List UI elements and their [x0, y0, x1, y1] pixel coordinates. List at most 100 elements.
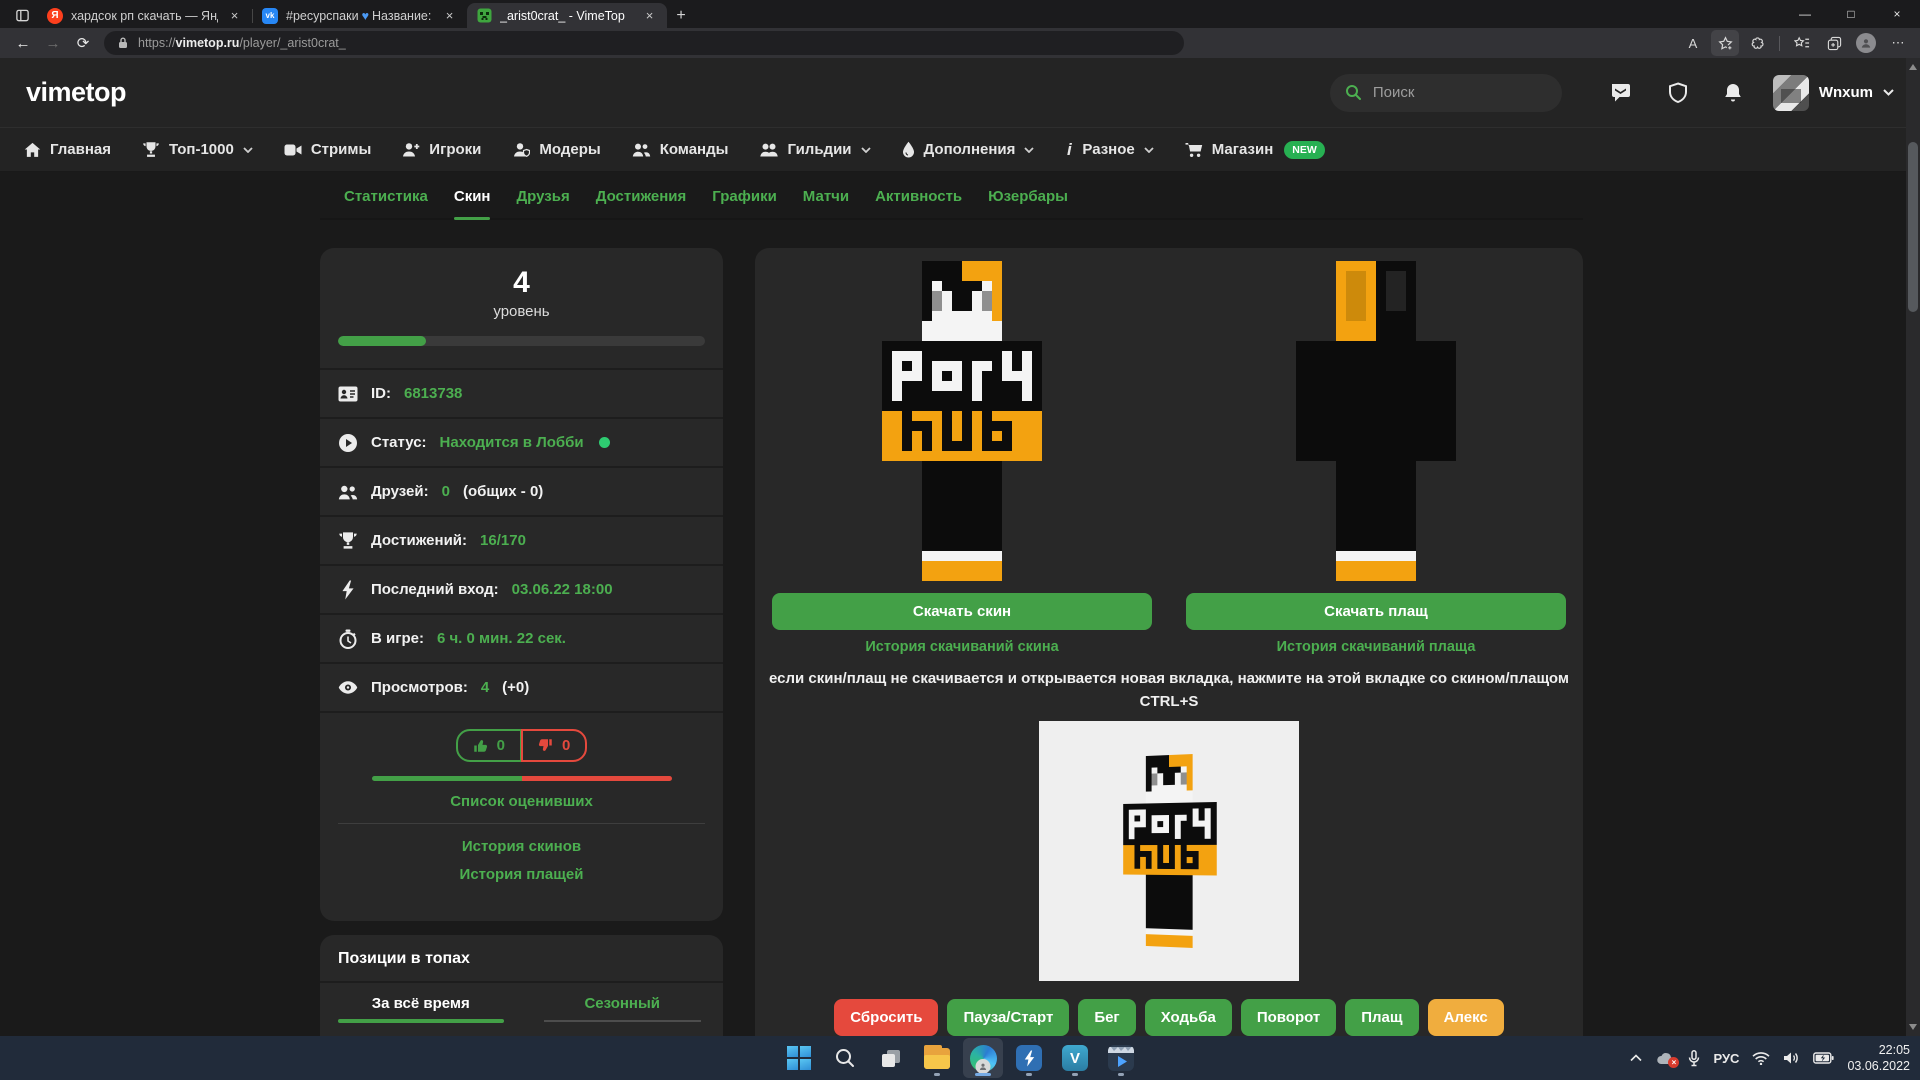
- folder-icon: [924, 1048, 950, 1069]
- collections-icon[interactable]: [1820, 30, 1848, 56]
- lightning-app-icon: [1016, 1045, 1042, 1071]
- tab-achievements[interactable]: Достижения: [596, 188, 687, 218]
- back-button[interactable]: ←: [8, 30, 38, 56]
- refresh-button[interactable]: ⟳: [68, 30, 98, 56]
- search-input[interactable]: Поиск: [1330, 74, 1562, 112]
- address-bar[interactable]: https://vimetop.ru/player/_arist0crat_: [104, 31, 1184, 55]
- shield-icon[interactable]: [1668, 82, 1688, 104]
- favorite-add-icon[interactable]: [1711, 30, 1739, 56]
- microphone-icon[interactable]: [1688, 1050, 1700, 1067]
- trophy-icon: [338, 531, 358, 550]
- file-explorer-button[interactable]: [917, 1038, 957, 1078]
- nav-item-home[interactable]: Главная: [24, 141, 111, 158]
- edge-browser-button[interactable]: [963, 1038, 1003, 1078]
- tab-skin-active[interactable]: Скин: [454, 188, 491, 218]
- nav-item-top1000[interactable]: Топ-1000: [142, 141, 253, 158]
- cape-download-history-link[interactable]: История скачиваний плаща: [1277, 639, 1476, 655]
- nav-item-shop[interactable]: Магазин NEW: [1185, 141, 1325, 159]
- nav-item-addons[interactable]: Дополнения: [902, 141, 1035, 158]
- read-aloud-icon[interactable]: A: [1679, 30, 1707, 56]
- lock-icon: [117, 36, 129, 50]
- player-stats-column: 4 уровень ID:6813738 Статус:Находится в …: [320, 248, 723, 1036]
- browser-tab-vk[interactable]: vk #ресурспаки♥Название: Нап ×: [253, 3, 467, 28]
- app-vimeworld-button[interactable]: V: [1055, 1038, 1095, 1078]
- new-tab-button[interactable]: +: [667, 3, 695, 28]
- onedrive-error-icon[interactable]: ×: [1655, 1051, 1675, 1065]
- walk-button[interactable]: Ходьба: [1145, 999, 1232, 1036]
- page-scrollbar[interactable]: [1906, 58, 1920, 1036]
- play-status-icon: [338, 433, 358, 453]
- user-menu[interactable]: Wnxum: [1773, 75, 1894, 111]
- search-icon: [1345, 84, 1362, 101]
- tab-statistics[interactable]: Статистика: [344, 188, 428, 218]
- download-cape-button[interactable]: Скачать плащ: [1186, 593, 1566, 630]
- tray-chevron-up-icon[interactable]: [1630, 1054, 1642, 1062]
- task-view-button[interactable]: [871, 1038, 911, 1078]
- browser-tab-yandex[interactable]: Я хардсок рп скачать — Яндекс: н ×: [38, 3, 252, 28]
- window-minimize-button[interactable]: —: [1782, 0, 1828, 28]
- chevron-down-icon: [1024, 147, 1034, 153]
- pause-start-button[interactable]: Пауза/Старт: [947, 999, 1069, 1036]
- cape-history-link[interactable]: История плащей: [320, 861, 723, 889]
- scrollbar-down-arrow[interactable]: [1906, 1020, 1920, 1034]
- start-button[interactable]: [779, 1038, 819, 1078]
- tab-close-icon[interactable]: ×: [441, 7, 458, 24]
- app-media-player-button[interactable]: [1101, 1038, 1141, 1078]
- rotate-button[interactable]: Поворот: [1241, 999, 1336, 1036]
- tab-actions-button[interactable]: [6, 3, 38, 28]
- nav-item-teams[interactable]: Команды: [632, 141, 729, 158]
- tab-close-icon[interactable]: ×: [226, 7, 243, 24]
- nav-item-guilds[interactable]: Гильдии: [759, 141, 870, 158]
- level-value: 4: [338, 266, 705, 300]
- taskbar-search-button[interactable]: [825, 1038, 865, 1078]
- run-button[interactable]: Бег: [1078, 999, 1135, 1036]
- taskbar-clock[interactable]: 22:05 03.06.2022: [1847, 1042, 1910, 1075]
- favorites-bar-icon[interactable]: [1788, 30, 1816, 56]
- nav-item-streams[interactable]: Стримы: [284, 141, 371, 158]
- dislike-button[interactable]: 0: [521, 729, 587, 762]
- notifications-bell-icon[interactable]: [1723, 82, 1743, 104]
- scrollbar-up-arrow[interactable]: [1906, 60, 1920, 74]
- tab-matches[interactable]: Матчи: [803, 188, 849, 218]
- window-maximize-button[interactable]: □: [1828, 0, 1874, 28]
- tab-graphs[interactable]: Графики: [712, 188, 777, 218]
- raters-list-link[interactable]: Список оценивших: [320, 793, 723, 810]
- messages-icon[interactable]: [1610, 82, 1633, 103]
- tab-userbars[interactable]: Юзербары: [988, 188, 1068, 218]
- skin-history-link[interactable]: История скинов: [320, 833, 723, 861]
- user-avatar: [1773, 75, 1809, 111]
- positions-tab-alltime[interactable]: За всё время: [320, 983, 522, 1023]
- tab-friends[interactable]: Друзья: [516, 188, 569, 218]
- language-indicator[interactable]: РУС: [1713, 1051, 1739, 1066]
- scrollbar-thumb[interactable]: [1908, 142, 1918, 312]
- url-text: https://vimetop.ru/player/_arist0crat_: [138, 36, 346, 50]
- browser-essentials-icon[interactable]: [1743, 30, 1771, 56]
- nav-item-misc[interactable]: i Разное: [1065, 140, 1153, 160]
- tab-close-icon[interactable]: ×: [641, 7, 658, 24]
- browser-profile-avatar[interactable]: [1852, 30, 1880, 56]
- forward-button[interactable]: →: [38, 30, 68, 56]
- like-button[interactable]: 0: [456, 729, 522, 762]
- alex-button[interactable]: Алекс: [1428, 999, 1504, 1036]
- window-close-button[interactable]: ×: [1874, 0, 1920, 28]
- browser-tab-vimetop-active[interactable]: _arist0crat_ - VimeTop ×: [467, 3, 667, 28]
- volume-icon[interactable]: [1783, 1051, 1800, 1065]
- nav-item-moders[interactable]: Модеры: [512, 141, 600, 158]
- yandex-favicon: Я: [47, 8, 63, 24]
- windows-logo-icon: [787, 1046, 811, 1070]
- cape-button[interactable]: Плащ: [1345, 999, 1418, 1036]
- browser-settings-menu-icon[interactable]: ⋯: [1884, 30, 1912, 56]
- download-skin-button[interactable]: Скачать скин: [772, 593, 1152, 630]
- tab-title: хардсок рп скачать — Яндекс: н: [71, 9, 218, 23]
- skin-3d-viewer[interactable]: [1039, 721, 1299, 981]
- player-add-icon: [402, 142, 420, 157]
- app-lightning-button[interactable]: [1009, 1038, 1049, 1078]
- positions-tab-season[interactable]: Сезонный: [522, 983, 724, 1023]
- tab-activity[interactable]: Активность: [875, 188, 962, 218]
- skin-download-history-link[interactable]: История скачиваний скина: [865, 639, 1058, 655]
- site-logo[interactable]: vimetop: [26, 77, 126, 108]
- reset-button[interactable]: Сбросить: [834, 999, 938, 1036]
- wifi-icon[interactable]: [1752, 1052, 1770, 1065]
- battery-charging-icon[interactable]: [1813, 1052, 1834, 1064]
- nav-item-players[interactable]: Игроки: [402, 141, 481, 158]
